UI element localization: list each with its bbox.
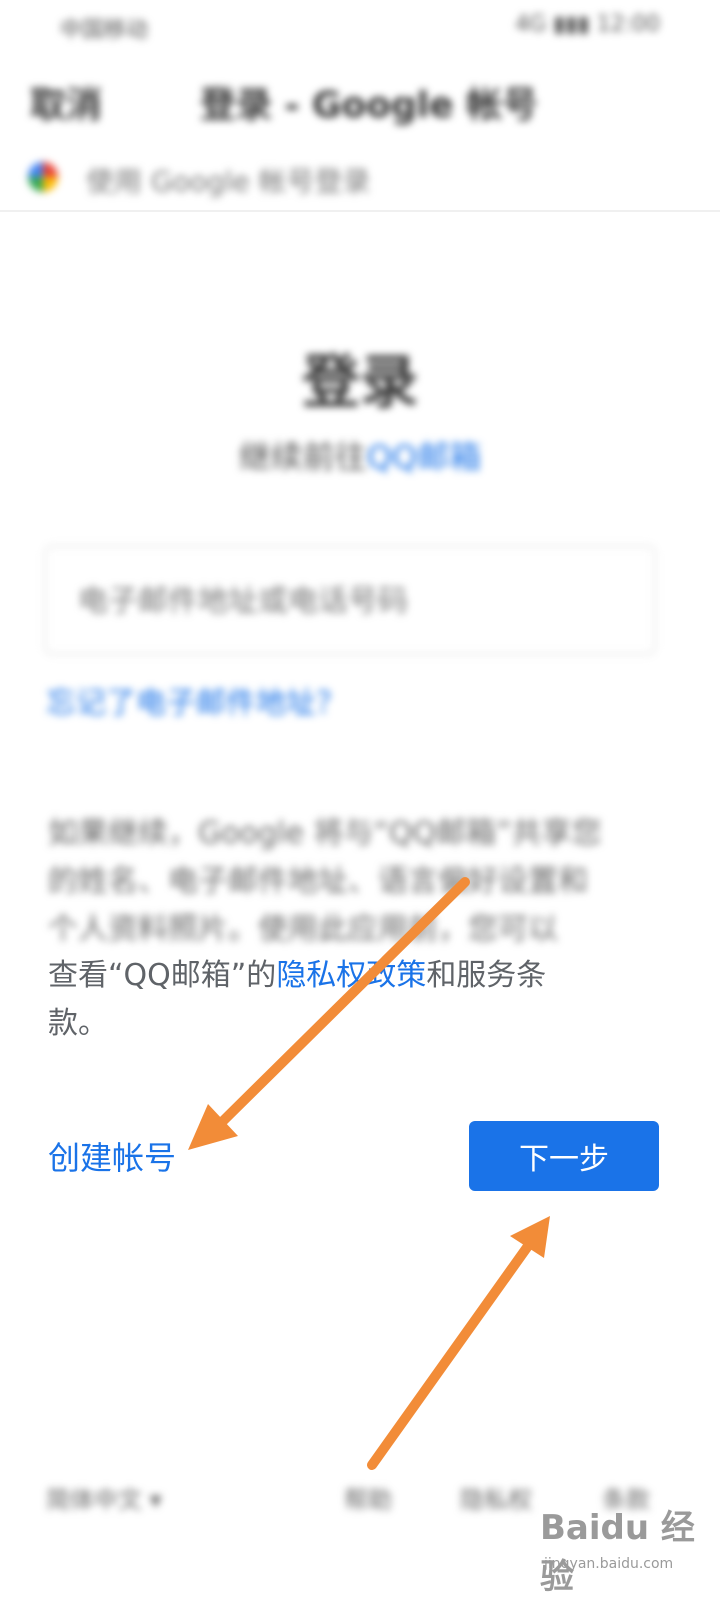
system-status: 4G ▮▮▮ 12:00 xyxy=(515,12,660,37)
notice-line: 的姓名、电子邮件地址、语言偏好设置和 xyxy=(48,864,588,899)
notice-line: 如果继续，Google 将与“QQ邮箱”共享您 xyxy=(48,816,602,851)
forgot-email-link[interactable]: 忘记了电子邮件地址？ xyxy=(46,678,346,722)
language-selector[interactable]: 简体中文 ▾ xyxy=(46,1480,162,1515)
signin-heading: 登录 xyxy=(301,348,418,416)
app-bar: 取消 登录 - Google 帐号 xyxy=(0,60,720,140)
watermark-url: jingyan.baidu.com xyxy=(544,1556,674,1572)
notice-view-prefix: 查看“QQ邮箱”的 xyxy=(48,958,277,993)
privacy-policy-link[interactable]: 隐私权政策 xyxy=(276,958,426,993)
site-row: 使用 Google 帐号登录 xyxy=(0,150,720,212)
notice-and-terms: 和服务条 xyxy=(426,958,547,993)
email-input[interactable] xyxy=(76,575,630,627)
next-button[interactable]: 下一步 xyxy=(469,1121,659,1191)
subtitle-prefix: 继续前往 xyxy=(238,438,367,476)
notice-line: 个人资料照片。使用此应用前，您可以 xyxy=(48,912,558,947)
cancel-button[interactable]: 取消 xyxy=(30,76,102,128)
arrow-to-next-button xyxy=(367,1216,550,1470)
consent-notice: 查看“QQ邮箱”的隐私权政策和服务条 款。 xyxy=(48,952,648,1048)
subtitle-app-link[interactable]: QQ邮箱 xyxy=(367,438,481,476)
google-logo-icon xyxy=(28,162,58,192)
site-description: 使用 Google 帐号登录 xyxy=(86,165,371,198)
baidu-watermark: Baidu 经验 jingyan.baidu.com xyxy=(540,1494,710,1597)
email-field[interactable] xyxy=(44,545,656,655)
footer-privacy-link[interactable]: 隐私权 xyxy=(460,1480,532,1515)
baidu-logo: Baidu 经验 xyxy=(540,1508,695,1597)
signin-subtitle: 继续前往QQ邮箱 xyxy=(0,432,720,478)
carrier-status: 中国移动 xyxy=(60,18,149,43)
notice-terms-end: 款。 xyxy=(48,1006,108,1041)
status-bar: 中国移动 4G ▮▮▮ 12:00 xyxy=(0,0,720,50)
page-title: 登录 - Google 帐号 xyxy=(200,85,539,126)
annotation-arrows xyxy=(188,877,550,1470)
consent-notice-blurred: 如果继续，Google 将与“QQ邮箱”共享您 的姓名、电子邮件地址、语言偏好设… xyxy=(48,810,648,954)
footer-help-link[interactable]: 帮助 xyxy=(344,1480,392,1515)
create-account-link[interactable]: 创建帐号 xyxy=(48,1133,176,1179)
